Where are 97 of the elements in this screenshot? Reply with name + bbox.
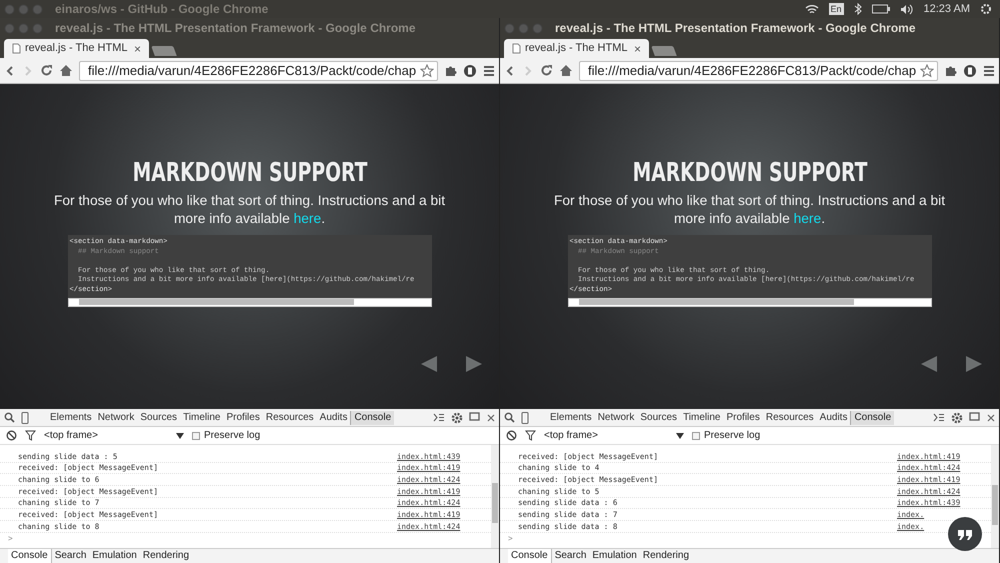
wifi-icon[interactable] <box>804 4 818 14</box>
devtools-tab[interactable]: Network <box>94 410 138 424</box>
close-icon[interactable] <box>987 414 995 422</box>
drawer-toggle-icon[interactable] <box>933 413 945 422</box>
clock[interactable]: 12:23 AM <box>924 0 970 18</box>
star-icon[interactable] <box>920 64 934 78</box>
horizontal-scrollbar[interactable] <box>568 298 932 307</box>
settings-icon[interactable] <box>951 412 963 424</box>
drawer-tab[interactable]: Emulation <box>589 549 640 563</box>
vertical-scrollbar[interactable] <box>991 445 999 548</box>
battery-icon[interactable] <box>872 4 890 14</box>
extension-icon[interactable] <box>463 64 477 78</box>
drawer-tab[interactable]: Console <box>508 549 552 563</box>
devtools-tab[interactable]: Sources <box>637 410 680 424</box>
close-button[interactable]: × <box>634 40 641 58</box>
checkbox-label: Preserve log <box>704 429 760 443</box>
menu-icon[interactable] <box>483 64 495 76</box>
console-prompt[interactable]: > <box>0 532 491 545</box>
dropdown-caret-icon <box>676 432 684 438</box>
window-title: reveal.js - The HTML Presentation Framework - Google Chrome <box>55 20 416 37</box>
new-tab-button[interactable] <box>651 46 677 56</box>
drawer-tab[interactable]: Emulation <box>89 549 140 563</box>
devtools-tab[interactable]: Timeline <box>180 410 224 424</box>
page-icon <box>512 43 521 54</box>
drawer-tab[interactable]: Console <box>8 549 52 563</box>
left-arrow-icon[interactable] <box>421 356 437 372</box>
checkbox[interactable] <box>692 432 700 440</box>
devtools-tab[interactable]: Resources <box>762 410 817 424</box>
right-arrow-icon[interactable] <box>966 356 982 372</box>
close-icon[interactable] <box>487 414 495 422</box>
page-icon <box>12 43 21 54</box>
filter-icon[interactable] <box>25 430 36 441</box>
reload-icon[interactable] <box>540 64 553 77</box>
devtools-tab[interactable]: Timeline <box>680 410 724 424</box>
browser-tab[interactable]: reveal.js - The HTML × <box>4 39 149 58</box>
frame-dropdown[interactable]: <top frame> <box>544 428 684 443</box>
phone-icon[interactable] <box>521 412 529 424</box>
devtools-tab[interactable]: Profiles <box>723 410 763 424</box>
browser-tab[interactable]: reveal.js - The HTML × <box>504 39 649 58</box>
search-icon[interactable] <box>4 412 15 423</box>
devtools-tab[interactable]: Sources <box>137 410 180 424</box>
devtools-tab[interactable]: Resources <box>262 410 317 424</box>
slide-text: For those of you who like that sort of thing. Instructions and a bit more info available here. <box>52 192 446 228</box>
phone-icon[interactable] <box>21 412 29 424</box>
close-button[interactable]: × <box>134 40 141 58</box>
star-icon[interactable] <box>420 64 434 78</box>
keyboard-indicator[interactable]: En <box>828 3 844 15</box>
console-prompt[interactable]: > <box>500 532 991 545</box>
here-link[interactable]: here <box>294 211 322 226</box>
dock-icon[interactable] <box>969 412 981 423</box>
drawer-tab[interactable]: Search <box>552 549 590 563</box>
devtools-tab[interactable]: Audits <box>816 410 850 424</box>
dock-icon[interactable] <box>469 412 481 423</box>
slide-heading: MARKDOWN SUPPORT <box>132 158 367 188</box>
puzzle-icon[interactable] <box>944 64 957 77</box>
bluetooth-icon[interactable] <box>854 3 862 15</box>
devtools-tab[interactable]: Elements <box>547 410 595 424</box>
drawer-tab[interactable]: Rendering <box>140 549 192 563</box>
devtools-tab[interactable]: Profiles <box>223 410 263 424</box>
home-icon[interactable] <box>559 64 573 77</box>
dropdown-caret-icon <box>176 432 184 438</box>
devtools-tab[interactable]: Elements <box>47 410 95 424</box>
checkbox[interactable] <box>192 432 200 440</box>
right-arrow-icon[interactable] <box>466 356 482 372</box>
background-window-title: einaros/ws - GitHub - Google Chrome <box>55 1 268 18</box>
power-icon[interactable] <box>980 3 992 15</box>
frame-dropdown[interactable]: <top frame> <box>44 428 184 443</box>
address-field[interactable]: file:///media/varun/4E286FE2286FC813/Packt/code/chap <box>579 60 938 80</box>
search-icon[interactable] <box>504 412 515 423</box>
slide-text: For those of you who like that sort of thing. Instructions and a bit more info available here. <box>552 192 946 228</box>
volume-icon[interactable] <box>900 4 914 14</box>
drawer-tab[interactable]: Rendering <box>640 549 692 563</box>
home-icon[interactable] <box>59 64 73 77</box>
reload-icon[interactable] <box>40 64 53 77</box>
filter-icon[interactable] <box>525 430 536 441</box>
devtools-tab[interactable]: Console <box>350 410 394 424</box>
here-link[interactable]: here <box>794 211 822 226</box>
horizontal-scrollbar[interactable] <box>68 298 432 307</box>
devtools-tab[interactable]: Console <box>850 410 894 424</box>
devtools-tab[interactable]: Network <box>594 410 638 424</box>
new-tab-button[interactable] <box>151 46 177 56</box>
clear-icon[interactable] <box>6 430 17 441</box>
chat-bubble-icon[interactable] <box>948 517 982 551</box>
settings-icon[interactable] <box>451 412 463 424</box>
extension-icon[interactable] <box>963 64 977 78</box>
devtools-tab[interactable]: Audits <box>316 410 350 424</box>
drawer-tab[interactable]: Search <box>52 549 90 563</box>
window-title: reveal.js - The HTML Presentation Framework - Google Chrome <box>555 20 916 37</box>
clear-icon[interactable] <box>506 430 517 441</box>
vertical-scrollbar[interactable] <box>491 445 499 548</box>
checkbox-label: Preserve log <box>204 429 260 443</box>
slide-heading: MARKDOWN SUPPORT <box>632 158 867 188</box>
drawer-toggle-icon[interactable] <box>433 413 445 422</box>
menu-icon[interactable] <box>983 64 995 76</box>
left-arrow-icon[interactable] <box>921 356 937 372</box>
address-field[interactable]: file:///media/varun/4E286FE2286FC813/Packt/code/chap <box>79 60 438 80</box>
puzzle-icon[interactable] <box>444 64 457 77</box>
